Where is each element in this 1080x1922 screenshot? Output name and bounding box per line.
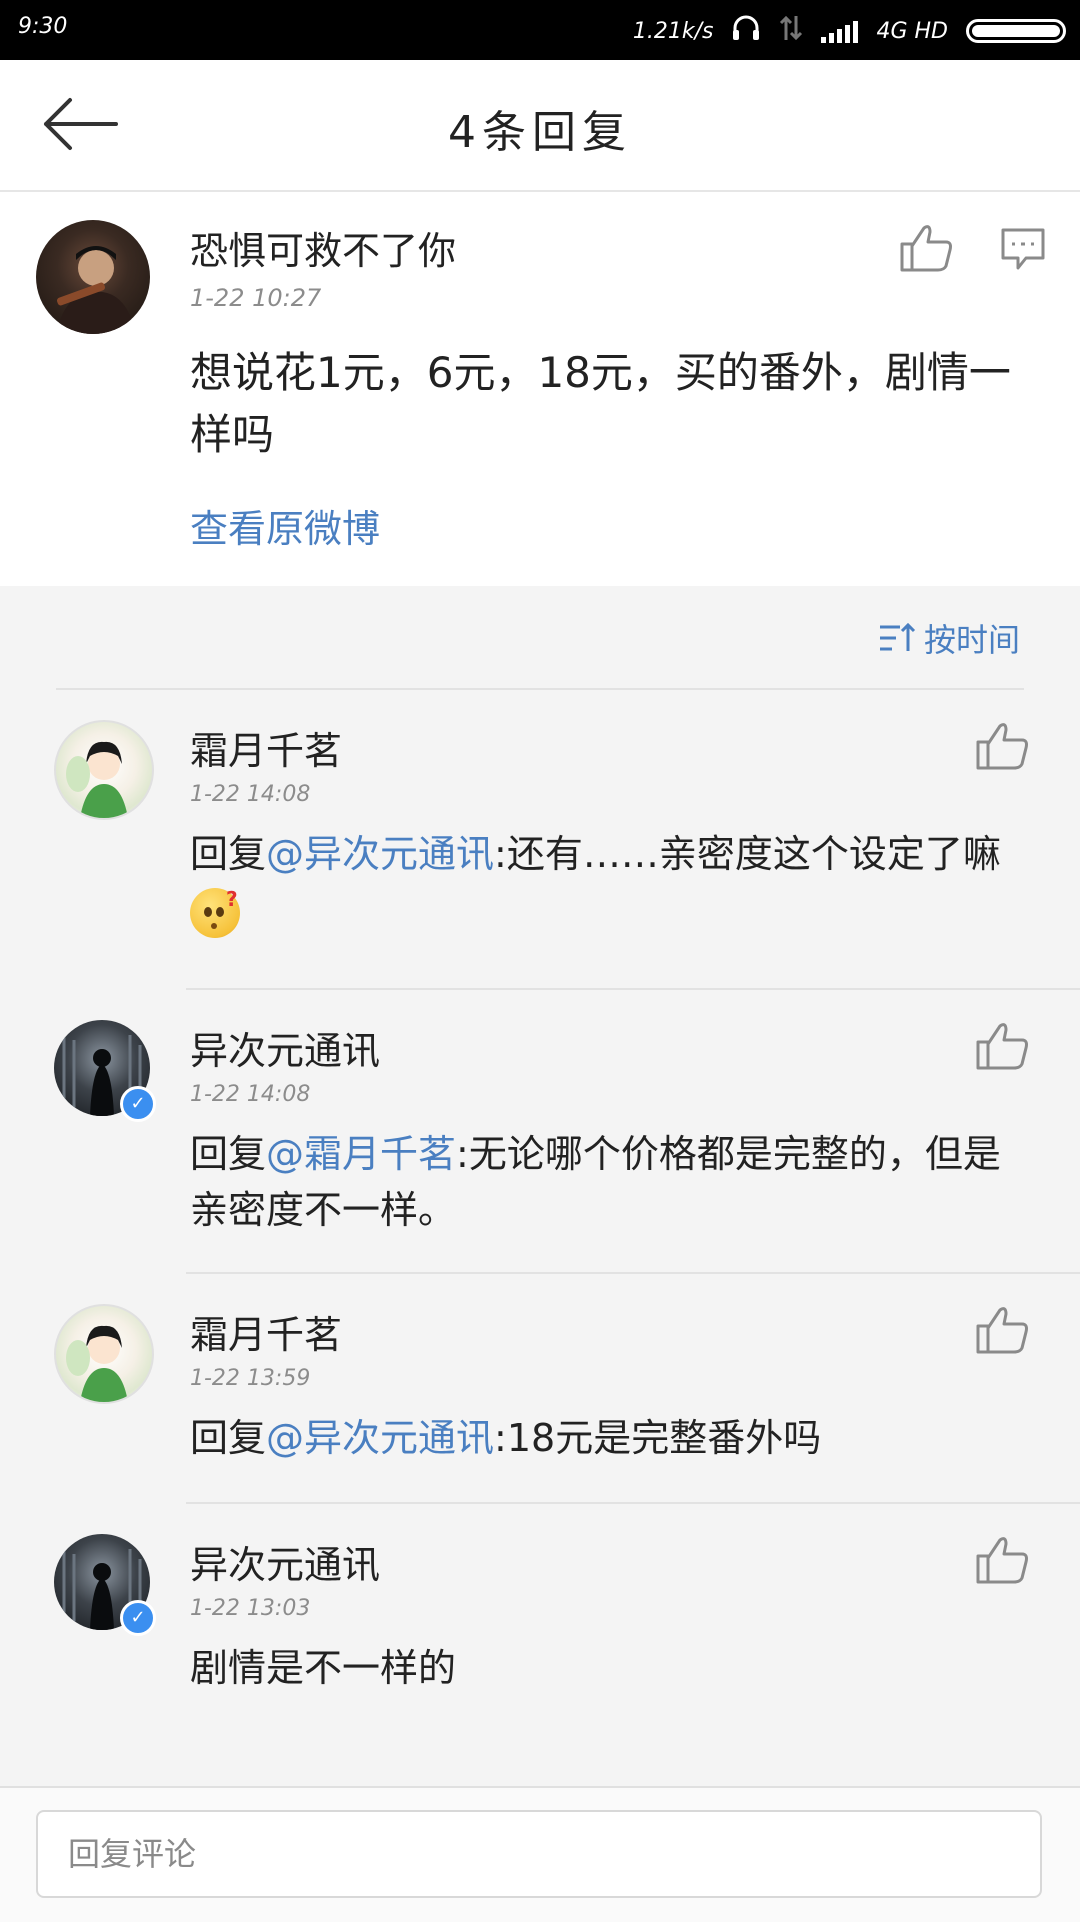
reply-date: 1-22 13:59 <box>190 1366 311 1391</box>
reply-author[interactable]: 异次元通讯 <box>190 1534 380 1589</box>
reply-item: ✓ 异次元通讯 1-22 13:03 剧情是不一样的 <box>0 1514 1080 1734</box>
divider <box>186 1272 1080 1274</box>
reply-author[interactable]: 霜月千茗 <box>190 720 342 775</box>
reply-input[interactable]: 回复评论 <box>36 1810 1042 1898</box>
reply-author[interactable]: 异次元通讯 <box>190 1020 380 1075</box>
main-comment: 恐惧可救不了你 1-22 10:27 想说花1元，6元，18元，买的番外，剧情一… <box>0 192 1080 586</box>
reply-text: 回复@霜月千茗:无论哪个价格都是完整的，但是亲密度不一样。 <box>190 1126 1030 1238</box>
like-button[interactable] <box>974 1020 1030 1072</box>
thumbs-up-icon <box>976 1537 1028 1584</box>
reply-author[interactable]: 霜月千茗 <box>190 1304 342 1359</box>
like-button[interactable] <box>974 1304 1030 1356</box>
thumbs-up-icon <box>976 1023 1028 1070</box>
reply-prefix: 回复 <box>190 1416 267 1460</box>
like-button[interactable] <box>898 222 954 274</box>
thumbs-up-icon <box>976 1307 1028 1354</box>
network-type: 4G HD <box>876 18 948 44</box>
reply-date: 1-22 14:08 <box>190 782 311 807</box>
reply-item: 霜月千茗 1-22 13:59 回复@异次元通讯:18元是完整番外吗 <box>0 1284 1080 1502</box>
avatar[interactable] <box>36 220 150 334</box>
page-header: 4条回复 <box>0 60 1080 192</box>
reply-button[interactable] <box>1000 226 1056 278</box>
reply-text: 回复@异次元通讯:还有……亲密度这个设定了嘛 ? <box>190 826 1030 938</box>
like-button[interactable] <box>974 1534 1030 1586</box>
verified-badge-icon: ✓ <box>120 1086 156 1122</box>
divider <box>186 988 1080 990</box>
status-bar: 9:30 1.21k/s 4G HD <box>0 0 1080 60</box>
data-transfer-icon <box>779 14 803 48</box>
thumbs-up-icon <box>900 225 952 272</box>
divider <box>186 1502 1080 1504</box>
status-time: 9:30 <box>18 14 68 39</box>
avatar[interactable] <box>54 1304 154 1404</box>
avatar[interactable] <box>54 720 154 820</box>
reply-item: ✓ 异次元通讯 1-22 14:08 回复@霜月千茗:无论哪个价格都是完整的，但… <box>0 1000 1080 1272</box>
reply-body: :18元是完整番外吗 <box>494 1416 822 1460</box>
reply-text: 回复@异次元通讯:18元是完整番外吗 <box>190 1410 1030 1466</box>
network-speed: 1.21k/s <box>632 18 714 44</box>
confused-emoji-icon: ? <box>190 887 240 938</box>
reply-prefix: 回复 <box>190 832 267 876</box>
battery-icon <box>966 19 1066 43</box>
comment-author[interactable]: 恐惧可救不了你 <box>190 220 456 275</box>
reply-date: 1-22 13:03 <box>190 1596 311 1621</box>
reply-bar: 回复评论 <box>0 1786 1080 1922</box>
svg-text:?: ? <box>226 888 238 911</box>
reply-date: 1-22 14:08 <box>190 1082 311 1107</box>
like-button[interactable] <box>974 720 1030 772</box>
verified-badge-icon: ✓ <box>120 1600 156 1636</box>
page-title: 4条回复 <box>448 107 632 158</box>
sort-icon <box>879 622 916 651</box>
reply-body: :还有……亲密度这个设定了嘛 <box>494 832 1001 876</box>
mention-link[interactable]: @霜月千茗 <box>266 1132 456 1176</box>
reply-text: 剧情是不一样的 <box>190 1646 457 1690</box>
reply-prefix: 回复 <box>190 1132 267 1176</box>
comment-date: 1-22 10:27 <box>190 284 322 312</box>
mention-link[interactable]: @异次元通讯 <box>266 832 494 876</box>
comment-text: 想说花1元，6元，18元，买的番外，剧情一样吗 <box>190 348 1011 459</box>
divider <box>56 688 1024 690</box>
reply-item: 霜月千茗 1-22 14:08 回复@异次元通讯:还有……亲密度这个设定了嘛 ? <box>0 700 1080 988</box>
sort-toggle[interactable]: 按时间 <box>878 615 1020 661</box>
thumbs-up-icon <box>976 723 1028 770</box>
headphones-icon <box>731 14 761 48</box>
sort-label: 按时间 <box>923 621 1020 659</box>
comment-icon <box>1001 228 1045 270</box>
mention-link[interactable]: @异次元通讯 <box>266 1416 494 1460</box>
view-original-link[interactable]: 查看原微博 <box>190 498 380 553</box>
signal-icon <box>821 19 859 43</box>
